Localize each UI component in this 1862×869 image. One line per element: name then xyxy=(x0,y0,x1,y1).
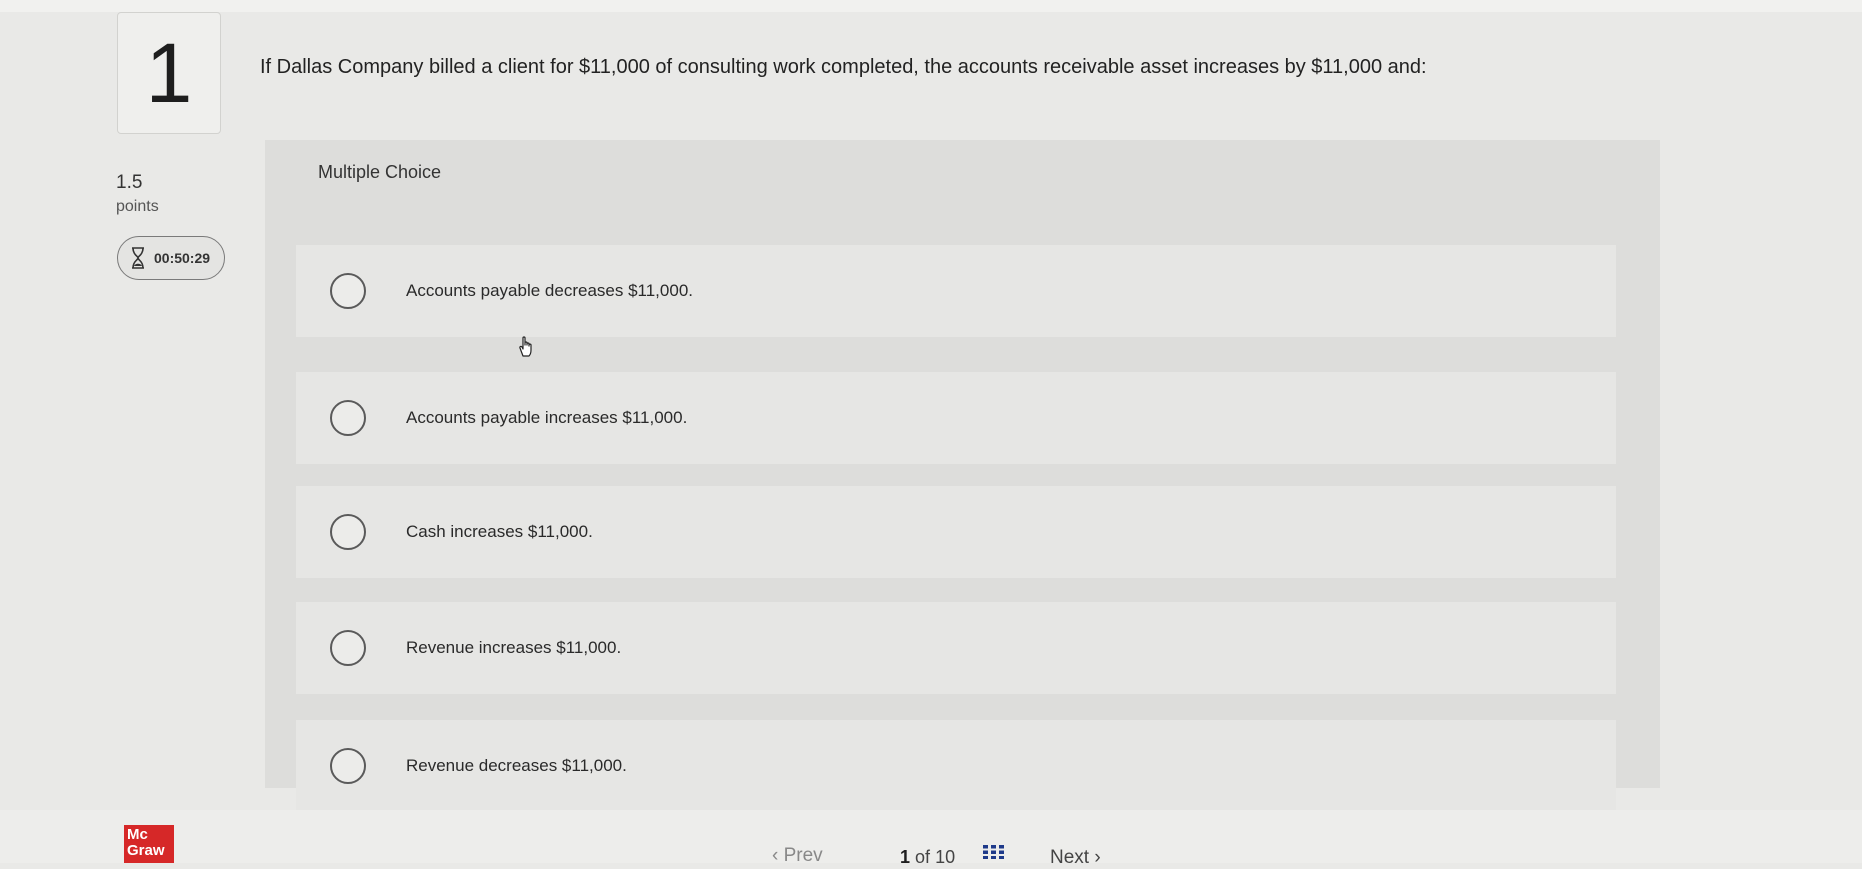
radio-button[interactable] xyxy=(330,748,366,784)
choice-label: Accounts payable increases $11,000. xyxy=(406,408,688,427)
mcgraw-hill-logo: Mc Graw xyxy=(124,825,174,863)
choice-label: Revenue decreases $11,000. xyxy=(406,756,627,775)
of-label: of xyxy=(915,847,931,867)
logo-line-2: Graw xyxy=(127,842,165,859)
radio-button[interactable] xyxy=(330,630,366,666)
total-pages: 10 xyxy=(935,847,956,867)
choice-label: Revenue increases $11,000. xyxy=(406,638,622,657)
radio-button[interactable] xyxy=(330,514,366,550)
points-label: points xyxy=(116,198,159,215)
chevron-right-icon: › xyxy=(1094,847,1101,868)
timer-value: 00:50:29 xyxy=(154,250,211,266)
multiple-choice-title: Multiple Choice xyxy=(318,162,442,182)
choice-label: Cash increases $11,000. xyxy=(406,522,593,541)
choice-option[interactable]: Revenue decreases $11,000. xyxy=(296,720,1616,812)
question-text: If Dallas Company billed a client for $1… xyxy=(260,56,1427,78)
choice-option[interactable]: Accounts payable decreases $11,000. xyxy=(296,245,1616,337)
hourglass-icon xyxy=(130,247,146,269)
grid-icon[interactable] xyxy=(983,845,1005,859)
radio-button[interactable] xyxy=(330,400,366,436)
hand-cursor-icon xyxy=(515,334,539,358)
choice-option[interactable]: Accounts payable increases $11,000. xyxy=(296,372,1616,464)
choice-option[interactable]: Revenue increases $11,000. xyxy=(296,602,1616,694)
page-indicator: 1 of 10 xyxy=(900,847,955,868)
next-label: Next xyxy=(1050,847,1090,868)
radio-button[interactable] xyxy=(330,273,366,309)
next-button[interactable]: Next › xyxy=(1050,847,1101,869)
logo-line-1: Mc xyxy=(127,826,148,843)
prev-button[interactable]: ‹ Prev xyxy=(772,845,823,867)
question-number: 1 xyxy=(117,12,221,134)
current-page: 1 xyxy=(900,847,911,867)
timer[interactable]: 00:50:29 xyxy=(117,236,225,280)
choice-option[interactable]: Cash increases $11,000. xyxy=(296,486,1616,578)
top-strip xyxy=(0,0,1862,12)
points-value: 1.5 xyxy=(116,172,143,193)
choice-label: Accounts payable decreases $11,000. xyxy=(406,281,693,300)
